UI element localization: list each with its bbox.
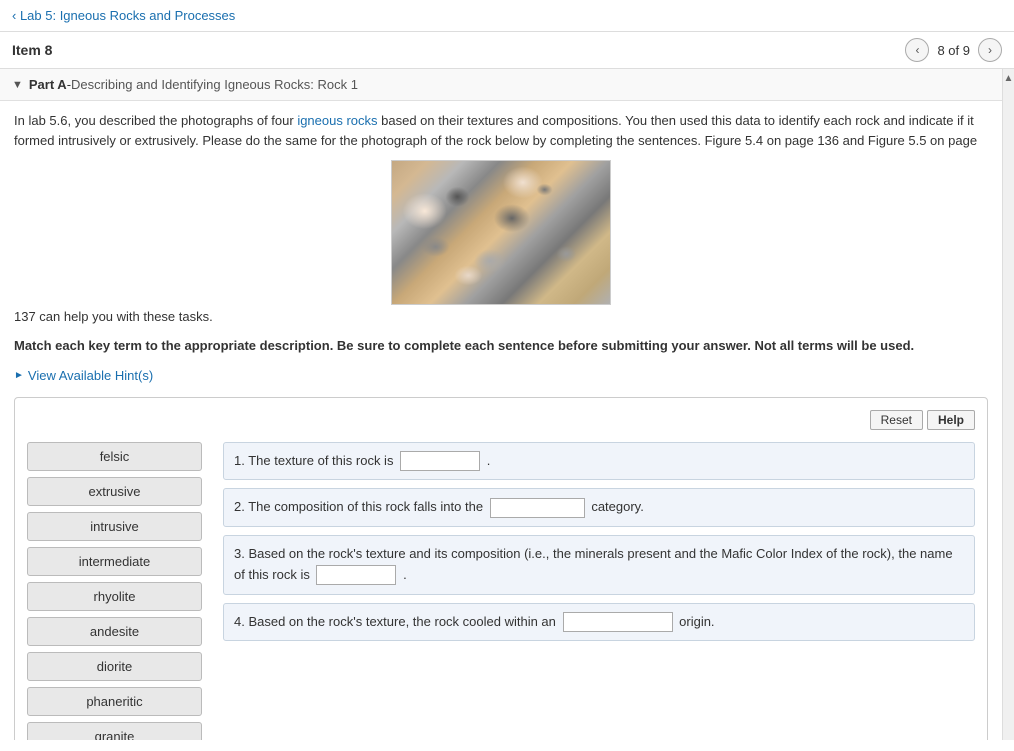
- sentence-4-before: 4. Based on the rock's texture, the rock…: [234, 614, 556, 629]
- term-diorite[interactable]: diorite: [27, 652, 202, 681]
- sentence-3: 3. Based on the rock's texture and its c…: [223, 535, 975, 595]
- help-button[interactable]: Help: [927, 410, 975, 430]
- term-phaneritic[interactable]: phaneritic: [27, 687, 202, 716]
- sentence-2: 2. The composition of this rock falls in…: [223, 488, 975, 527]
- answer-blank-1[interactable]: [400, 451, 480, 471]
- answer-blank-4[interactable]: [563, 612, 673, 632]
- page-ref: 137 can help you with these tasks.: [0, 309, 1002, 332]
- collapse-triangle-icon[interactable]: ▼: [12, 79, 23, 91]
- back-link[interactable]: ‹ Lab 5: Igneous Rocks and Processes: [12, 8, 235, 23]
- description-text: In lab 5.6, you described the photograph…: [0, 101, 1002, 156]
- sentence-4-after: origin.: [679, 614, 714, 629]
- scrollbar[interactable]: ▲: [1002, 69, 1014, 740]
- part-header: ▼ Part A - Describing and Identifying Ig…: [0, 69, 1002, 101]
- next-page-button[interactable]: ›: [978, 38, 1002, 62]
- term-felsic[interactable]: felsic: [27, 442, 202, 471]
- sentence-2-before: 2. The composition of this rock falls in…: [234, 499, 483, 514]
- reset-button[interactable]: Reset: [870, 410, 923, 430]
- sentence-2-after: category.: [591, 499, 644, 514]
- term-andesite[interactable]: andesite: [27, 617, 202, 646]
- term-intermediate[interactable]: intermediate: [27, 547, 202, 576]
- match-instruction: Match each key term to the appropriate d…: [0, 332, 1002, 364]
- rock-image: [391, 160, 611, 305]
- exercise-controls: Reset Help: [27, 410, 975, 430]
- rock-image-container: [0, 156, 1002, 309]
- item-label: Item 8: [12, 42, 52, 58]
- part-label: Part A: [29, 77, 67, 92]
- scroll-up-icon[interactable]: ▲: [1004, 73, 1014, 84]
- main-content: ▼ Part A - Describing and Identifying Ig…: [0, 69, 1002, 740]
- sentences-column: 1. The texture of this rock is . 2. The …: [223, 442, 975, 741]
- page-ref-text: 137 can help you with these tasks.: [14, 309, 213, 324]
- part-description: Describing and Identifying Igneous Rocks…: [71, 77, 358, 92]
- hint-container: ► View Available Hint(s): [0, 364, 1002, 393]
- content-area: ▼ Part A - Describing and Identifying Ig…: [0, 69, 1014, 740]
- exercise-columns: felsic extrusive intrusive intermediate …: [27, 442, 975, 741]
- sentence-1-before: 1. The texture of this rock is: [234, 453, 393, 468]
- item-header: Item 8 ‹ 8 of 9 ›: [0, 32, 1014, 69]
- hint-link[interactable]: View Available Hint(s): [28, 368, 153, 383]
- breadcrumb: ‹ Lab 5: Igneous Rocks and Processes: [0, 0, 1014, 32]
- description-part1: In lab 5.6, you described the photograph…: [14, 113, 977, 148]
- sentence-3-after: .: [403, 567, 407, 582]
- term-granite[interactable]: granite: [27, 722, 202, 741]
- answer-blank-3[interactable]: [316, 565, 396, 585]
- pagination-text: 8 of 9: [937, 43, 970, 58]
- term-intrusive[interactable]: intrusive: [27, 512, 202, 541]
- sentence-1-after: .: [487, 453, 491, 468]
- term-rhyolite[interactable]: rhyolite: [27, 582, 202, 611]
- hint-triangle-icon: ►: [14, 370, 24, 381]
- sentence-1: 1. The texture of this rock is .: [223, 442, 975, 481]
- pagination: ‹ 8 of 9 ›: [905, 38, 1002, 62]
- terms-column: felsic extrusive intrusive intermediate …: [27, 442, 207, 741]
- answer-blank-2[interactable]: [490, 498, 585, 518]
- sentence-4: 4. Based on the rock's texture, the rock…: [223, 603, 975, 642]
- term-extrusive[interactable]: extrusive: [27, 477, 202, 506]
- exercise-box: Reset Help felsic extrusive intrusive in…: [14, 397, 988, 741]
- prev-page-button[interactable]: ‹: [905, 38, 929, 62]
